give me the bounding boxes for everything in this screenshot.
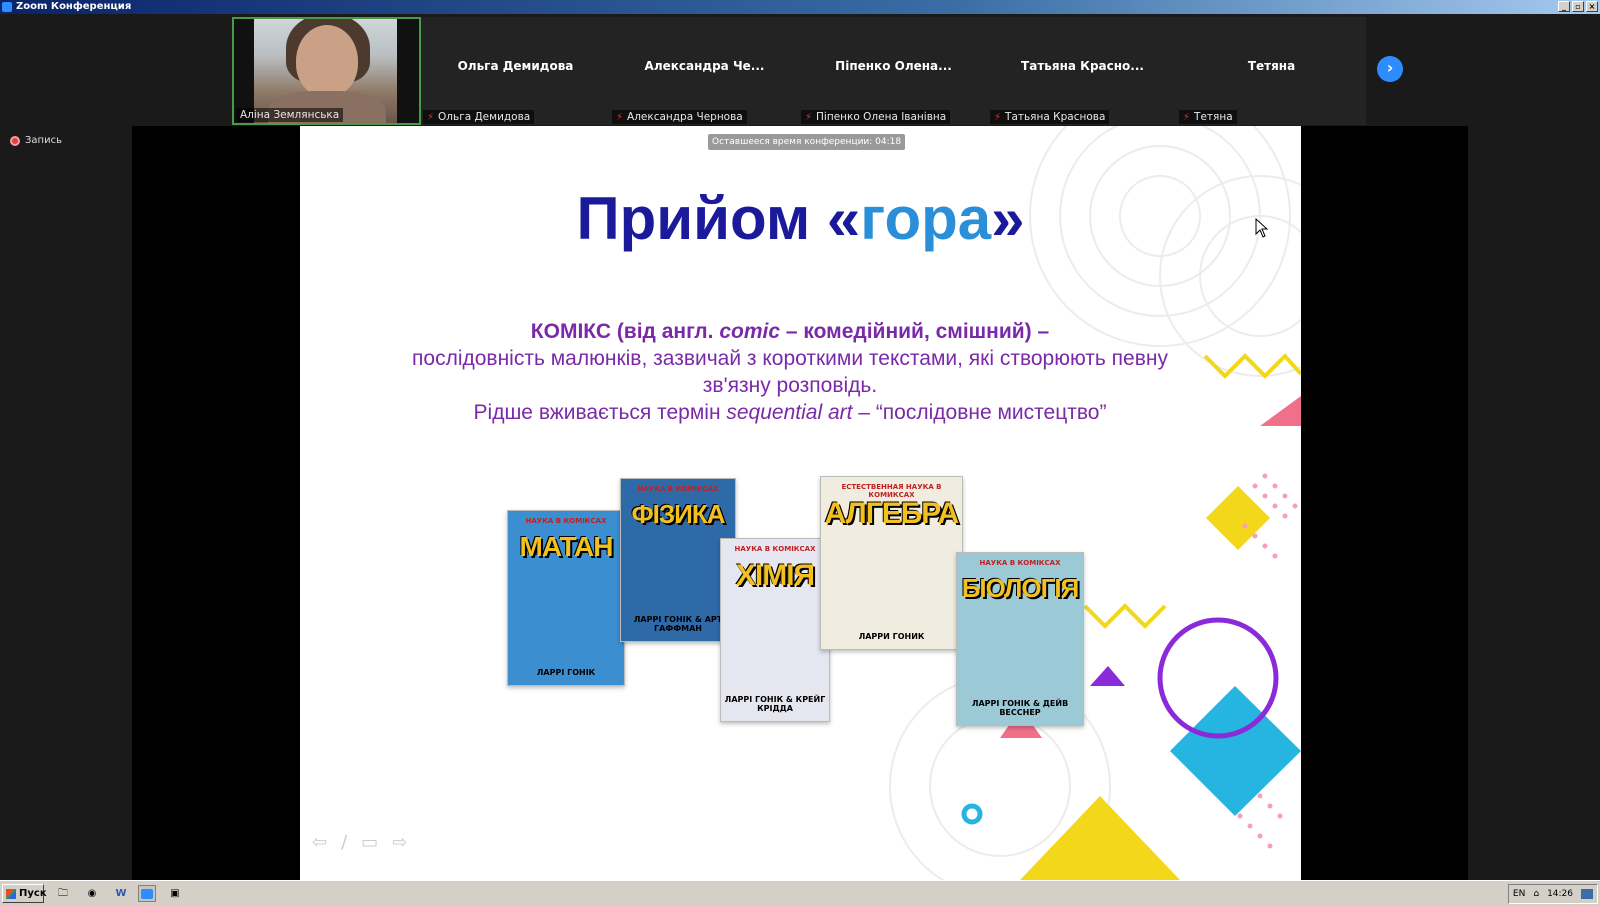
recording-indicator[interactable]: Запись <box>10 135 62 146</box>
participant-caption: Аліна Землянська <box>236 108 344 122</box>
participant-tile[interactable]: Ольга Демидова ⚡ Ольга Демидова <box>421 17 610 125</box>
arrow-right-icon[interactable]: ⇨ <box>392 832 407 853</box>
book-cover-biologiya: НАУКА В КОМІКСАХ БІОЛОГІЯ ЛАРРІ ГОНІК & … <box>956 552 1084 726</box>
zoom-taskbar-icon[interactable] <box>138 885 156 902</box>
participant-caption: ⚡ Татьяна Краснова <box>990 110 1110 124</box>
book-cover-matan: НАУКА В КОМІКСАХ МАТАН ЛАРРІ ГОНІК <box>507 510 625 686</box>
participant-name: Тетяна <box>1247 59 1296 73</box>
slides-grid-icon[interactable]: ▭ <box>361 832 378 853</box>
shared-slide: Оставшееся время конференции: 04:18 Прий… <box>300 126 1301 880</box>
clock[interactable]: 14:26 <box>1547 889 1573 899</box>
book-cover-khimiya: НАУКА В КОМІКСАХ ХІМІЯ ЛАРРІ ГОНІК & КРЕ… <box>720 538 830 722</box>
record-icon <box>10 135 20 146</box>
meeting-window: Аліна Землянська Ольга Демидова ⚡ Ольга Д… <box>0 14 1600 880</box>
restore-icon[interactable]: ▫ <box>1572 1 1584 12</box>
participant-tile[interactable]: Піпенко Олена... ⚡ Піпенко Олена Іванівна <box>799 17 988 125</box>
muted-mic-icon: ⚡ <box>994 112 1002 123</box>
chrome-icon[interactable]: ◉ <box>83 885 101 902</box>
participant-tile-video[interactable]: Аліна Землянська <box>232 17 421 125</box>
participant-name: Александра Че... <box>644 59 765 73</box>
close-icon[interactable]: × <box>1586 1 1598 12</box>
participant-tile[interactable]: Тетяна ⚡ Тетяна <box>1177 17 1366 125</box>
windows-flag-icon <box>6 889 16 899</box>
muted-mic-icon: ⚡ <box>616 112 624 123</box>
window-title: Zoom Конференция <box>16 1 132 12</box>
participant-caption: ⚡ Ольга Демидова <box>423 110 535 124</box>
windows-taskbar: Пуск 🗀 ◉ W ▣ EN ⌂ 14:26 <box>0 880 1600 906</box>
participant-caption: ⚡ Піпенко Олена Іванівна <box>801 110 951 124</box>
window-taskbar-icon[interactable]: ▣ <box>166 885 184 902</box>
book-cover-algebra: ЕСТЕСТВЕННАЯ НАУКА В КОМИКСАХ АЛГЕБРА ЛА… <box>820 476 963 650</box>
muted-mic-icon: ⚡ <box>427 112 435 123</box>
window-titlebar: Zoom Конференция _ ▫ × <box>0 0 1600 14</box>
recording-label: Запись <box>25 135 62 146</box>
slide-title: Прийом «гора» <box>576 185 1025 252</box>
participant-caption: ⚡ Тетяна <box>1179 110 1237 124</box>
language-indicator[interactable]: EN <box>1513 889 1525 899</box>
slide-nav-controls: ⇦ ∕ ▭ ⇨ <box>312 832 407 853</box>
start-button[interactable]: Пуск <box>2 884 47 903</box>
desktop-icon[interactable] <box>1581 889 1593 899</box>
participant-strip: Аліна Землянська Ольга Демидова ⚡ Ольга Д… <box>232 17 1366 125</box>
book-cover-fizyka: НАУКА В КОМІКСАХ ФІЗИКА ЛАРРІ ГОНІК & АР… <box>620 478 736 642</box>
remaining-time-banner: Оставшееся время конференции: 04:18 <box>708 134 906 150</box>
participant-tile[interactable]: Татьяна Красно... ⚡ Татьяна Краснова <box>988 17 1177 125</box>
window-controls: _ ▫ × <box>1558 1 1598 12</box>
participant-name: Піпенко Олена... <box>835 59 952 73</box>
participant-name: Татьяна Красно... <box>1021 59 1144 73</box>
slide-definition: КОМІКС (від англ. comic – комедійний, см… <box>412 320 1168 424</box>
explorer-icon[interactable]: 🗀 <box>54 885 72 902</box>
minimize-icon[interactable]: _ <box>1558 1 1570 12</box>
mouse-cursor-icon <box>1255 218 1269 238</box>
pen-icon[interactable]: ∕ <box>341 832 347 853</box>
muted-mic-icon: ⚡ <box>1183 112 1191 123</box>
participant-tile[interactable]: Александра Че... ⚡ Александра Чернова <box>610 17 799 125</box>
participant-caption: ⚡ Александра Чернова <box>612 110 747 124</box>
word-icon[interactable]: W <box>112 885 130 902</box>
system-tray: EN ⌂ 14:26 <box>1507 884 1598 904</box>
participant-name: Ольга Демидова <box>457 59 574 73</box>
muted-mic-icon: ⚡ <box>805 112 813 123</box>
network-icon[interactable]: ⌂ <box>1533 889 1539 899</box>
next-page-chevron-icon[interactable]: › <box>1377 56 1403 82</box>
arrow-left-icon[interactable]: ⇦ <box>312 832 327 853</box>
zoom-app-icon <box>2 2 12 12</box>
